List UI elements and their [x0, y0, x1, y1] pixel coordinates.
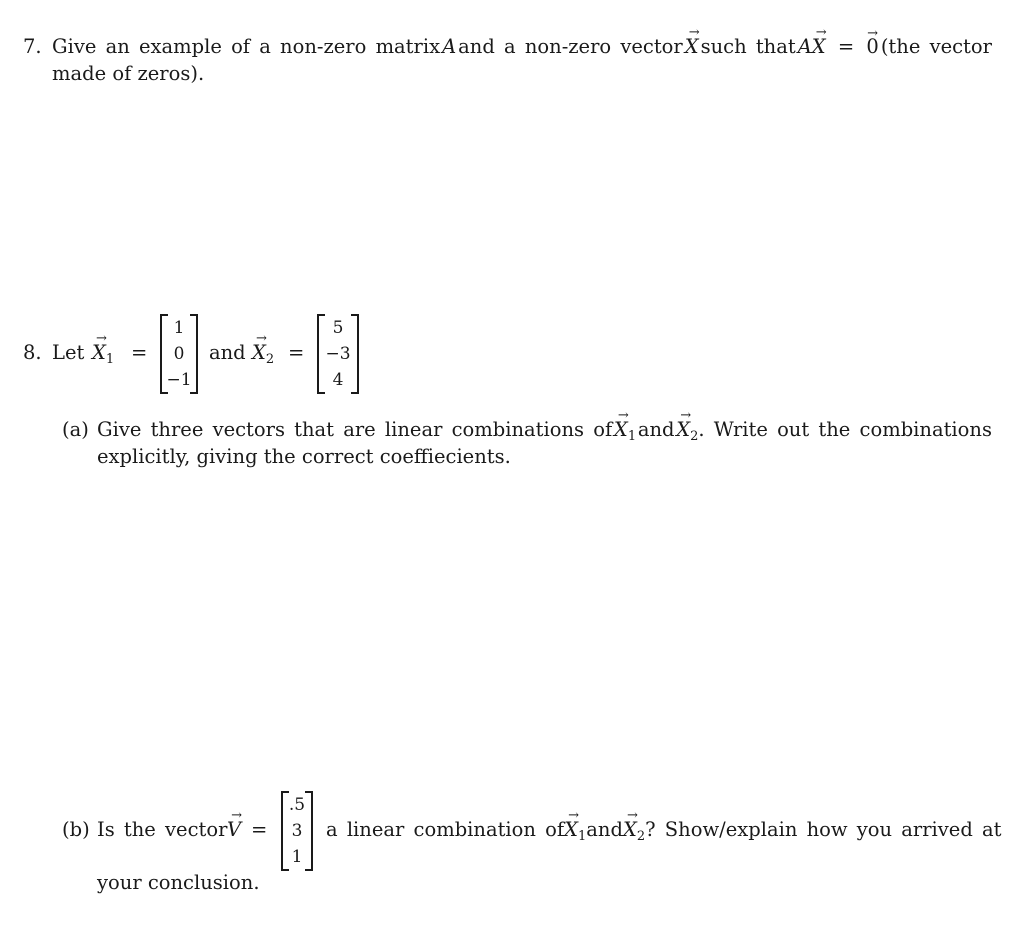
question-text: Is the vector	[97, 818, 228, 841]
vector-x2-symbol: → X2. Write out the combinations	[676, 408, 992, 444]
matrix-symbol-a: A	[442, 35, 457, 58]
vector-arrow-icon: →	[255, 331, 267, 346]
question-7-line-1: Give an example of a non-zero matrix A a…	[52, 25, 992, 58]
vector-x-symbol: → X	[811, 25, 827, 58]
vector-x2-matrix: 5 −3 4	[317, 314, 359, 394]
and-text: and	[586, 818, 623, 841]
vector-arrow-icon: →	[815, 25, 827, 40]
part-label: (b)	[62, 818, 90, 841]
let-text: Let	[52, 341, 85, 364]
vector-x1-matrix: 1 0 −1	[160, 314, 198, 394]
question-number: 7.	[23, 35, 42, 58]
vector-x1-symbol: → X1	[613, 408, 637, 444]
question-text: and a non-zero vector	[458, 35, 683, 58]
part-a-line-1: Give three vectors that are linear combi…	[97, 408, 992, 444]
vector-arrow-icon: →	[626, 808, 638, 823]
vector-arrow-icon: →	[231, 808, 242, 823]
vector-x1-label: → X1	[92, 331, 115, 367]
equals-sign: =	[288, 341, 305, 364]
question-text: such that	[700, 35, 796, 58]
question-number: 8.	[23, 341, 42, 364]
vector-arrow-icon: →	[680, 408, 692, 423]
vector-x1-symbol: → X1	[564, 808, 587, 844]
matrix-entry: 1	[173, 318, 185, 338]
matrix-entry: 0	[173, 344, 185, 364]
matrix-entry: 1	[291, 847, 303, 867]
vector-arrow-icon: →	[95, 331, 107, 346]
vector-arrow-icon: →	[617, 408, 629, 423]
part-b-line-2: your conclusion.	[97, 871, 260, 894]
vector-x2-symbol: → X2? Show/explain how you arrived at	[622, 808, 1002, 844]
matrix-entry: 4	[332, 370, 344, 390]
vector-arrow-icon: →	[688, 25, 700, 40]
equals-sign: =	[251, 818, 268, 841]
question-text: a linear combination of	[326, 818, 565, 841]
zero-vector-symbol: → 0	[866, 26, 879, 58]
vector-x2-label: → X2	[252, 331, 275, 367]
part-b-line-1: a linear combination of → X1 and → X2? Sho…	[326, 808, 1002, 844]
matrix-entry: −3	[325, 344, 351, 364]
question-text: Give an example of a non-zero matrix	[52, 35, 441, 58]
equation-ax-zero: A → X = → 0	[797, 25, 879, 58]
vector-arrow-icon: →	[867, 26, 879, 41]
question-text: (the vector	[880, 35, 992, 58]
part-a-line-2: explicitly, giving the correct coeffieci…	[97, 445, 511, 468]
vector-arrow-icon: →	[568, 808, 580, 823]
and-text: and	[209, 341, 246, 364]
equals-sign: =	[131, 341, 148, 364]
and-text: and	[637, 418, 675, 441]
vector-v-symbol: → V	[227, 808, 242, 841]
vector-x-symbol: → X	[684, 25, 700, 58]
question-text: Give three vectors that are linear combi…	[97, 418, 613, 441]
vector-v-matrix: .5 3 1	[281, 791, 313, 871]
part-label: (a)	[62, 418, 89, 441]
matrix-entry: −1	[166, 370, 192, 390]
matrix-entry: 5	[332, 318, 344, 338]
matrix-entry: 3	[291, 821, 303, 841]
question-7-line-2: made of zeros).	[52, 62, 205, 85]
matrix-entry: .5	[288, 795, 306, 815]
